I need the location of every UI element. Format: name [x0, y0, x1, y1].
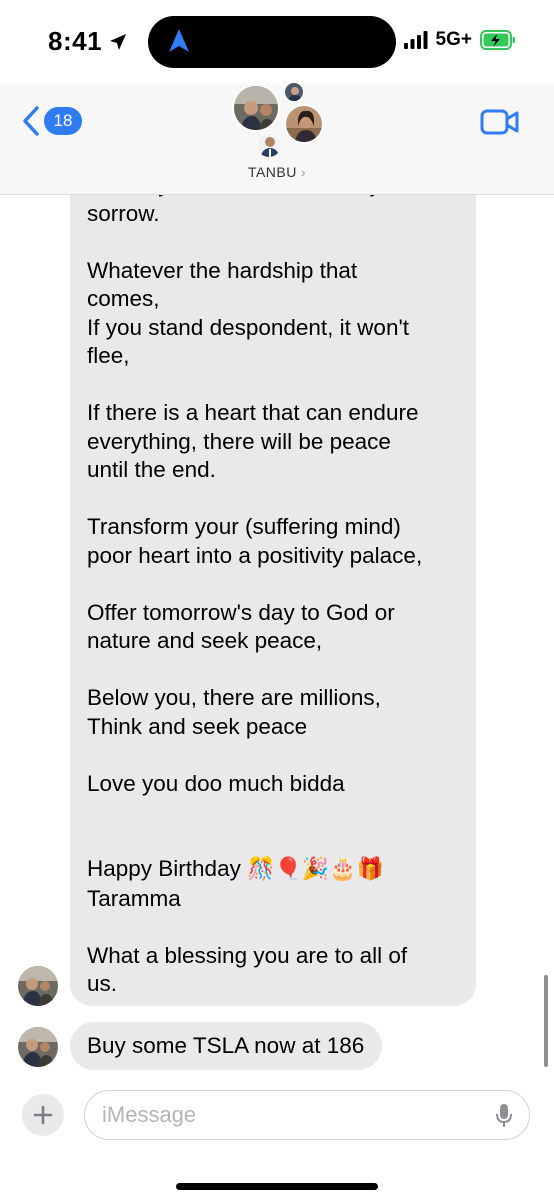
- message-line-text: If there is a heart that can endure: [87, 400, 419, 425]
- message-blank-line: [87, 741, 460, 770]
- message-line: us.: [87, 970, 460, 999]
- compose-bar: iMessage: [0, 1085, 554, 1145]
- message-bubble-poem[interactable]: At every threshold, there may be sorrow. W…: [70, 195, 476, 1006]
- avatar-member-3: [284, 104, 324, 144]
- message-line: flee,: [87, 342, 460, 371]
- message-text: Buy some TSLA now at 186: [87, 1032, 365, 1058]
- message-line: everything, there will be peace: [87, 428, 460, 457]
- chevron-left-icon: [23, 106, 39, 136]
- message-line: Happy Birthday 🎊🎈🎉🎂🎁: [87, 855, 460, 885]
- message-line: Transform your (suffering mind): [87, 513, 460, 542]
- group-avatar-cluster[interactable]: [232, 82, 332, 162]
- message-blank-line: [87, 570, 460, 599]
- message-line: Offer tomorrow's day to God or: [87, 599, 460, 628]
- message-line-text: flee,: [87, 343, 130, 368]
- message-line-text: Love you doo much bidda: [87, 770, 345, 796]
- message-line: Think and seek peace: [87, 713, 460, 742]
- message-line: If there is a heart that can endure: [87, 399, 460, 428]
- message-blank-line: [87, 371, 460, 400]
- battery-charging-icon: [480, 30, 515, 50]
- message-line-text: Transform your (suffering mind): [87, 514, 401, 539]
- message-line: nature and seek peace,: [87, 627, 460, 656]
- location-arrow-icon: [110, 33, 127, 50]
- group-name-label[interactable]: TANBU ›: [0, 164, 554, 180]
- message-line-text: Taramma: [87, 885, 181, 911]
- plus-icon: [33, 1105, 53, 1125]
- microphone-icon[interactable]: [495, 1103, 513, 1129]
- message-line: If you stand despondent, it won't: [87, 314, 460, 343]
- unread-count-badge: 18: [44, 107, 82, 135]
- message-bubble-tsla[interactable]: Buy some TSLA now at 186: [70, 1022, 383, 1070]
- message-line-text: nature and seek peace,: [87, 628, 323, 653]
- avatar-member-4: [256, 132, 282, 158]
- message-blank-line: [87, 827, 460, 856]
- message-line: comes,: [87, 285, 460, 314]
- message-line-text: At every threshold, there may be: [87, 195, 412, 197]
- message-line: Below you, there are millions,: [87, 684, 460, 713]
- message-line-text: Happy Birthday: [87, 856, 241, 881]
- scrollbar-thumb[interactable]: [544, 975, 548, 1067]
- navigation-icon: [169, 29, 189, 52]
- avatar-member-2: [284, 82, 304, 102]
- message-line: Whatever the hardship that: [87, 257, 460, 286]
- apps-button[interactable]: [22, 1094, 64, 1136]
- message-line: sorrow.: [87, 200, 460, 229]
- status-right: 5G+: [403, 29, 516, 51]
- message-blank-line: [87, 228, 460, 257]
- message-line: What a blessing you are to all of: [87, 942, 460, 971]
- avatar-member-1: [232, 84, 280, 132]
- message-input-placeholder: iMessage: [102, 1102, 197, 1127]
- message-line: Love you doo much bidda: [87, 770, 460, 799]
- sender-avatar[interactable]: [18, 966, 58, 1006]
- network-type: 5G+: [435, 29, 472, 50]
- group-name-text: TANBU: [247, 164, 297, 180]
- message-line: At every threshold, there may be: [87, 195, 460, 200]
- message-line-text: everything, there will be peace: [87, 428, 391, 454]
- message-line: poor heart into a positivity palace,: [87, 542, 460, 571]
- message-line-text: Offer tomorrow's day to God or: [87, 599, 395, 625]
- message-line-text: Think and seek peace: [87, 713, 308, 739]
- message-blank-line: [87, 485, 460, 514]
- status-time: 8:41: [48, 26, 103, 56]
- message-line-text: sorrow.: [87, 200, 160, 226]
- message-line: Taramma: [87, 885, 460, 914]
- facetime-video-icon[interactable]: [480, 108, 520, 136]
- dynamic-island[interactable]: [148, 16, 396, 68]
- home-indicator[interactable]: [176, 1183, 378, 1190]
- birthday-emojis: 🎊🎈🎉🎂🎁: [247, 857, 385, 882]
- message-line-text: Below you, there are millions,: [87, 685, 381, 710]
- message-blank-line: [87, 913, 460, 942]
- message-line-text: us.: [87, 971, 118, 996]
- message-line-text: If you stand despondent, it won't: [87, 314, 410, 340]
- message-line-text: until the end.: [87, 457, 216, 482]
- message-line-text: comes,: [87, 286, 160, 311]
- status-time-group: 8:41: [48, 26, 128, 57]
- message-line: until the end.: [87, 456, 460, 485]
- message-blank-line: [87, 656, 460, 685]
- back-button[interactable]: 18: [22, 106, 82, 136]
- chevron-right-icon: ›: [300, 164, 307, 180]
- status-bar: 8:41 5G+: [0, 0, 554, 84]
- message-blank-line: [87, 798, 460, 827]
- message-line-text: poor heart into a positivity palace,: [87, 542, 423, 568]
- message-input[interactable]: iMessage: [84, 1090, 530, 1140]
- sender-avatar[interactable]: [18, 1027, 58, 1067]
- message-line-text: What a blessing you are to all of: [87, 942, 408, 968]
- signal-bars-icon: [403, 31, 428, 49]
- conversation-header: 18 TANBU ›: [0, 82, 554, 195]
- message-thread[interactable]: At every threshold, there may be sorrow. W…: [0, 195, 554, 1075]
- message-line-text: Whatever the hardship that: [87, 257, 358, 283]
